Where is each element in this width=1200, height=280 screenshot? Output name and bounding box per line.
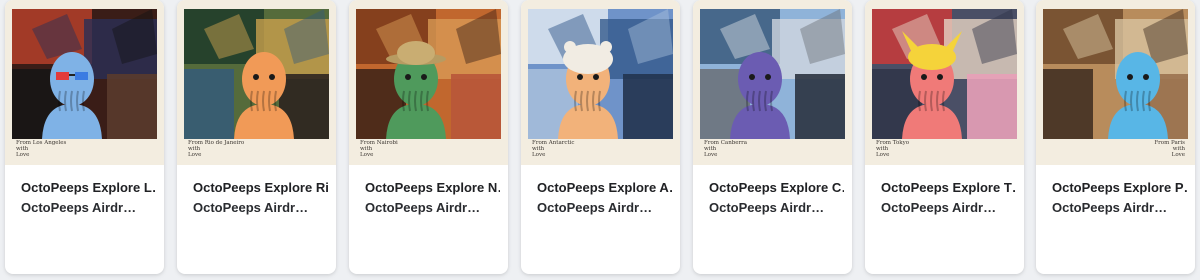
card-info: OctoPeeps Explore A… OctoPeeps Airdr… — [537, 178, 672, 218]
nft-title[interactable]: OctoPeeps Explore A… — [537, 178, 672, 198]
postcard-frame: From Canberra with Love — [693, 0, 852, 165]
collage-art — [700, 9, 845, 139]
nft-thumbnail[interactable]: From Canberra with Love — [693, 0, 852, 165]
collection-name[interactable]: OctoPeeps Airdr… — [537, 198, 672, 218]
nft-card[interactable]: From Antarctic with Love OctoPeeps Explor… — [521, 0, 680, 274]
card-info: OctoPeeps Explore P… OctoPeeps Airdr… — [1052, 178, 1187, 218]
nft-thumbnail[interactable]: From Antarctic with Love — [521, 0, 680, 165]
postcard-image — [12, 9, 157, 139]
postcard-caption: From Paris with Love — [1154, 140, 1185, 158]
collection-name[interactable]: OctoPeeps Airdr… — [21, 198, 156, 218]
nft-card[interactable]: From Tokyo with Love OctoPeeps Explore T…… — [865, 0, 1024, 274]
collage-art — [356, 9, 501, 139]
postcard-caption: From Los Angeles with Love — [16, 140, 67, 158]
collage-art — [872, 9, 1017, 139]
collage-art — [12, 9, 157, 139]
nft-title[interactable]: OctoPeeps Explore P… — [1052, 178, 1187, 198]
collection-name[interactable]: OctoPeeps Airdr… — [881, 198, 1016, 218]
postcard-caption: From Nairobi with Love — [360, 140, 398, 158]
nft-title[interactable]: OctoPeeps Explore C… — [709, 178, 844, 198]
postcard-frame: From Antarctic with Love — [521, 0, 680, 165]
nft-card[interactable]: From Nairobi with Love OctoPeeps Explore … — [349, 0, 508, 274]
postcard-image — [872, 9, 1017, 139]
nft-thumbnail[interactable]: From Los Angeles with Love — [5, 0, 164, 165]
postcard-frame: From Tokyo with Love — [865, 0, 1024, 165]
nft-card[interactable]: From Canberra with Love OctoPeeps Explore… — [693, 0, 852, 274]
octopus-mascot — [902, 31, 962, 139]
card-info: OctoPeeps Explore N… OctoPeeps Airdr… — [365, 178, 500, 218]
collection-name[interactable]: OctoPeeps Airdr… — [193, 198, 328, 218]
postcard-frame: From Nairobi with Love — [349, 0, 508, 165]
postcard-image — [184, 9, 329, 139]
collage-art — [528, 9, 673, 139]
postcard-caption: From Canberra with Love — [704, 140, 748, 158]
nft-card[interactable]: From Los Angeles with Love OctoPeeps Expl… — [5, 0, 164, 274]
nft-title[interactable]: OctoPeeps Explore N… — [365, 178, 500, 198]
postcard-frame: From Paris with Love — [1036, 0, 1195, 165]
card-info: OctoPeeps Explore L… OctoPeeps Airdr… — [21, 178, 156, 218]
collage-art — [1043, 9, 1188, 139]
card-info: OctoPeeps Explore Rio OctoPeeps Airdr… — [193, 178, 328, 218]
card-info: OctoPeeps Explore C… OctoPeeps Airdr… — [709, 178, 844, 218]
nft-thumbnail[interactable]: From Paris with Love — [1036, 0, 1195, 165]
nft-thumbnail[interactable]: From Nairobi with Love — [349, 0, 508, 165]
nft-title[interactable]: OctoPeeps Explore L… — [21, 178, 156, 198]
collection-name[interactable]: OctoPeeps Airdr… — [365, 198, 500, 218]
nft-card[interactable]: From Paris with Love OctoPeeps Explore P…… — [1036, 0, 1195, 274]
nft-title[interactable]: OctoPeeps Explore Rio — [193, 178, 328, 198]
nft-thumbnail[interactable]: From Tokyo with Love — [865, 0, 1024, 165]
nft-title[interactable]: OctoPeeps Explore T… — [881, 178, 1016, 198]
card-info: OctoPeeps Explore T… OctoPeeps Airdr… — [881, 178, 1016, 218]
postcard-image — [1043, 9, 1188, 139]
postcard-image — [528, 9, 673, 139]
nft-thumbnail[interactable]: From Rio de Janeiro with Love — [177, 0, 336, 165]
postcard-caption: From Antarctic with Love — [532, 140, 575, 158]
collection-name[interactable]: OctoPeeps Airdr… — [709, 198, 844, 218]
postcard-image — [356, 9, 501, 139]
collage-art — [184, 9, 329, 139]
postcard-caption: From Rio de Janeiro with Love — [188, 140, 245, 158]
collection-name[interactable]: OctoPeeps Airdr… — [1052, 198, 1187, 218]
nft-card-row: From Los Angeles with Love OctoPeeps Expl… — [0, 0, 1200, 280]
postcard-caption: From Tokyo with Love — [876, 140, 910, 158]
postcard-frame: From Rio de Janeiro with Love — [177, 0, 336, 165]
postcard-frame: From Los Angeles with Love — [5, 0, 164, 165]
postcard-image — [700, 9, 845, 139]
nft-card[interactable]: From Rio de Janeiro with Love OctoPeeps E… — [177, 0, 336, 274]
